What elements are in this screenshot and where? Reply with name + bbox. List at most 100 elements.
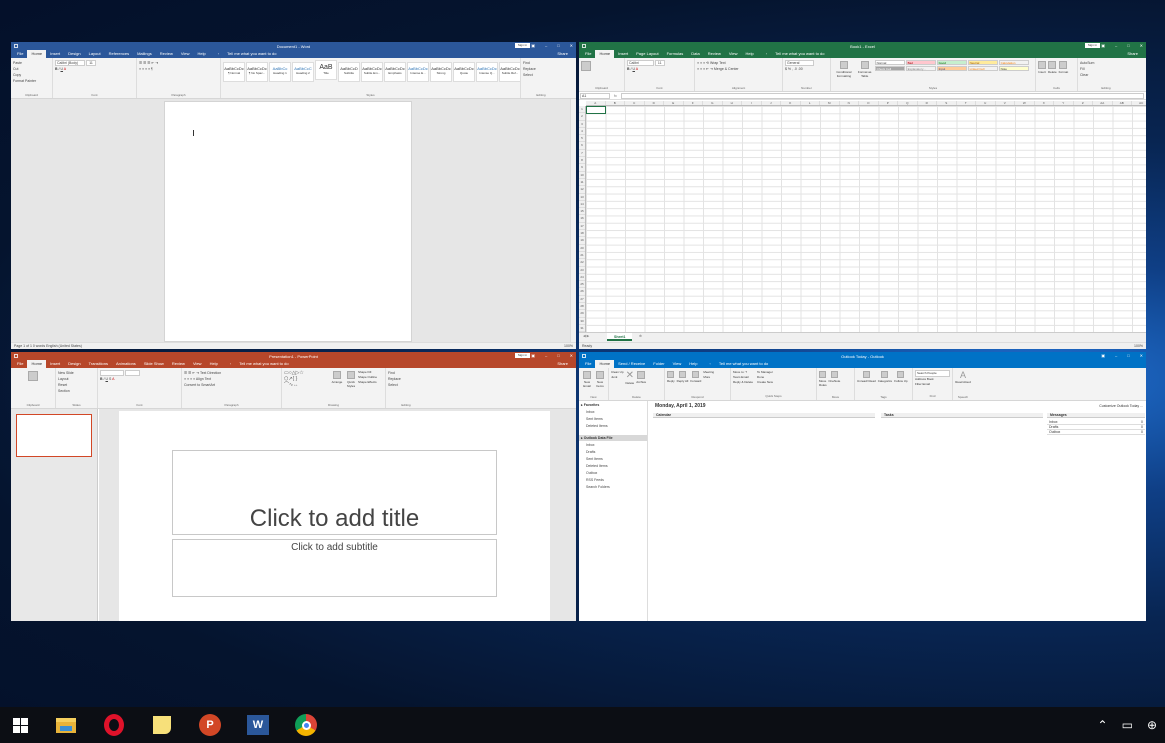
font-size-select[interactable]: 11 (654, 60, 665, 66)
powerpoint-taskbar-icon[interactable]: P (192, 707, 228, 743)
formula-input[interactable] (620, 92, 1144, 99)
reply-delete-step[interactable]: Reply & Delete (733, 380, 753, 385)
tab-home[interactable]: Home (27, 360, 47, 368)
cell-style-calculation[interactable]: Calculation (998, 60, 1029, 65)
cell-style-note[interactable]: Note (998, 66, 1029, 71)
style-emphasis[interactable]: AaBbCcDc Emphasis (384, 62, 406, 82)
maximize-icon[interactable]: □ (557, 42, 559, 50)
row-header-8[interactable]: 8 (579, 157, 585, 165)
wrap-text-button[interactable]: Wrap Text (710, 61, 726, 65)
column-header-h[interactable]: H (723, 101, 742, 105)
start-button[interactable] (0, 707, 36, 743)
column-header-ac[interactable]: AC (1132, 101, 1146, 105)
tab-help[interactable]: Help (206, 360, 222, 368)
folder-outbox[interactable]: Outbox (579, 469, 647, 476)
cell-style-input[interactable]: Input (936, 66, 967, 71)
insert-cells-button[interactable]: Insert (1038, 60, 1046, 74)
row-header-28[interactable]: 28 (579, 303, 585, 311)
new-items-button[interactable]: New Items (594, 370, 606, 388)
selected-cell[interactable] (586, 106, 606, 114)
delete-cells-button[interactable]: Delete (1048, 60, 1057, 74)
share-button[interactable]: Share (553, 50, 572, 58)
sign-in-button[interactable]: Sign in (1084, 43, 1100, 48)
move-button[interactable]: Move (819, 370, 826, 383)
tab-page-layout[interactable]: Page Layout (632, 50, 662, 58)
tab-insert[interactable]: Insert (46, 360, 64, 368)
select-button[interactable]: Select (523, 72, 559, 78)
tab-home[interactable]: Home (27, 50, 47, 58)
cell-style-linked-cell[interactable]: Linked Cell (967, 66, 998, 71)
name-box[interactable]: A1 (580, 92, 610, 99)
row-header-26[interactable]: 26 (579, 288, 585, 296)
row-header-5[interactable]: 5 (579, 135, 585, 143)
convert-smartart-button[interactable]: Convert to SmartArt (184, 383, 215, 387)
share-button[interactable]: Share (1123, 50, 1142, 58)
column-header-a[interactable]: A (586, 101, 606, 105)
list-buttons[interactable]: ☰ ☰ ⇤ ⇥ (184, 371, 200, 375)
customize-link[interactable]: Customize Outlook Today ... (1099, 404, 1143, 408)
align-buttons[interactable]: ≡ ≡ ≡ ≡ ¶ (139, 66, 218, 72)
sheet-nav-icon[interactable]: ◀ ▶ (583, 334, 589, 338)
row-header-22[interactable]: 22 (579, 259, 585, 267)
row-header-14[interactable]: 14 (579, 201, 585, 209)
column-header-z[interactable]: Z (1074, 101, 1093, 105)
merge-center-button[interactable]: Merge & Center (714, 67, 739, 71)
favorite-deleted-items[interactable]: Deleted Items (579, 422, 647, 429)
column-header-n[interactable]: N (840, 101, 859, 105)
tab-send-receive[interactable]: Send / Receive (614, 360, 649, 368)
style-intense-quote[interactable]: AaBbCcDc Intense Q... (476, 62, 498, 82)
row-header-18[interactable]: 18 (579, 230, 585, 238)
excel-window[interactable]: Book1 - Excel Sign in ▣ – □ ✕ File Home Ins… (579, 42, 1146, 349)
forward-button[interactable]: Forward (690, 370, 701, 383)
outlook-title-bar[interactable]: Outlook Today - Outlook ▣ – □ ✕ (579, 352, 1146, 360)
maximize-icon[interactable]: □ (557, 352, 559, 360)
title-placeholder[interactable]: Click to add title (172, 450, 497, 535)
file-explorer-icon[interactable] (48, 707, 84, 743)
row-header-15[interactable]: 15 (579, 208, 585, 216)
close-icon[interactable]: ✕ (1140, 352, 1143, 360)
quick-styles-button[interactable]: Quick Styles (344, 370, 358, 388)
close-icon[interactable]: ✕ (1140, 42, 1143, 50)
column-header-l[interactable]: L (801, 101, 820, 105)
spreadsheet-grid[interactable]: A B C D E F G H I J K L M N O P Q R S T U V W X Y Z AA AB AC 1234567… (579, 101, 1146, 332)
favorite-sent-items[interactable]: Sent Items (579, 415, 647, 422)
select-button[interactable]: Select (388, 382, 424, 388)
format-cells-button[interactable]: Format (1059, 60, 1068, 74)
row-header-31[interactable]: 31 (579, 325, 585, 332)
folder-rss-feeds[interactable]: RSS Feeds (579, 476, 647, 483)
sheet-tab[interactable]: Sheet1 (607, 333, 633, 341)
tab-data[interactable]: Data (687, 50, 703, 58)
slide-thumbnail[interactable] (16, 414, 92, 457)
arrange-button[interactable]: Arrange (330, 370, 344, 388)
favorite-inbox[interactable]: Inbox (579, 408, 647, 415)
folder-search-folders[interactable]: Search Folders (579, 483, 647, 490)
row-header-1[interactable]: 1 (579, 106, 585, 114)
style-heading1[interactable]: AaBbCc Heading 1 (269, 62, 291, 82)
folder-drafts[interactable]: Drafts (579, 448, 647, 455)
tab-design[interactable]: Design (64, 360, 84, 368)
shapes-gallery[interactable]: ▭○△▷☆ ⬡↗{ } ⌒∿↔ (284, 370, 330, 388)
folder-deleted-items[interactable]: Deleted Items (579, 462, 647, 469)
align-buttons[interactable]: ≡ ≡ ≡ ⟲ (697, 61, 710, 65)
bold-italic-underline-buttons[interactable]: B I U A (627, 66, 692, 72)
sticky-notes-icon[interactable] (144, 707, 180, 743)
filter-email-button[interactable]: Filter Email (915, 382, 950, 387)
paste-icon[interactable] (581, 61, 591, 71)
row-header-24[interactable]: 24 (579, 274, 585, 282)
row-header-25[interactable]: 25 (579, 281, 585, 289)
fx-icon[interactable]: fx (614, 94, 617, 98)
tab-file[interactable]: File (581, 360, 595, 368)
align-text-button[interactable]: Align Text (196, 377, 211, 381)
tab-slide-show[interactable]: Slide Show (140, 360, 168, 368)
section-button[interactable]: Section (58, 388, 95, 394)
share-button[interactable]: Share (553, 360, 572, 368)
halign-buttons[interactable]: ≡ ≡ ≡ ⇤ ⇥ (697, 67, 714, 71)
tab-help[interactable]: Help (685, 360, 701, 368)
style-title[interactable]: AaB Title (315, 60, 337, 80)
tab-help[interactable]: Help (741, 50, 757, 58)
minimize-icon[interactable]: – (1115, 352, 1117, 360)
row-header-6[interactable]: 6 (579, 142, 585, 150)
style-strong[interactable]: AaBbCcDc Strong (430, 62, 452, 82)
row-header-29[interactable]: 29 (579, 310, 585, 318)
close-icon[interactable]: ✕ (570, 42, 573, 50)
